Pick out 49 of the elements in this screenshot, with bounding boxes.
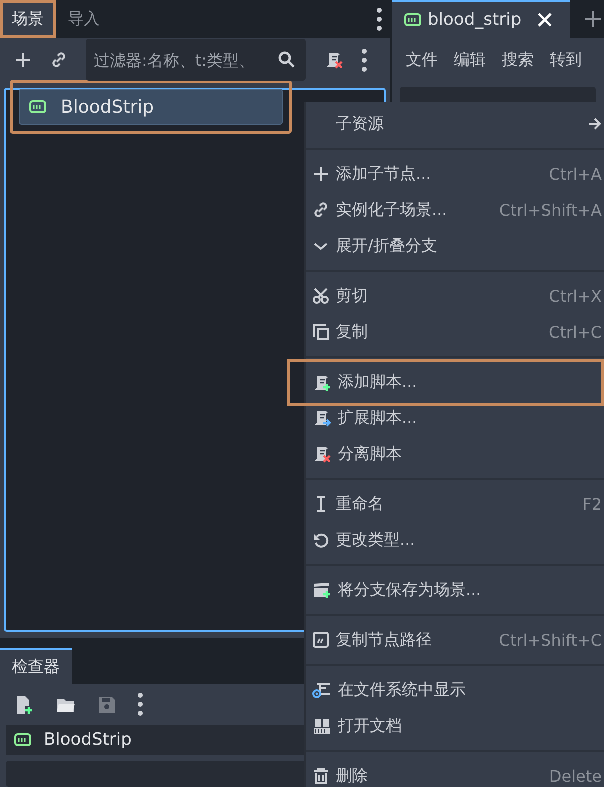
rotate-icon: [312, 531, 330, 549]
menu-title[interactable]: 搜索: [502, 50, 534, 71]
link-icon: [312, 201, 330, 219]
link-icon: [50, 51, 68, 69]
progress-bar-icon: [404, 13, 422, 27]
dock-tab[interactable]: 导入: [56, 0, 112, 38]
book-icon: [312, 717, 332, 735]
menu-item[interactable]: 子资源: [306, 106, 604, 142]
menu-item[interactable]: 删除 Delete: [306, 758, 604, 787]
progress-bar-icon: [29, 100, 47, 114]
menu-item[interactable]: 实例化子场景... Ctrl+Shift+A: [306, 192, 604, 228]
filesystem-icon: [312, 681, 332, 699]
editor-tab[interactable]: blood_strip: [392, 0, 570, 38]
menu-title[interactable]: 文件: [406, 50, 438, 71]
filter-field[interactable]: 过滤器:名称、t:类型、: [86, 39, 306, 81]
save-icon[interactable]: [98, 696, 116, 714]
menu-item[interactable]: 更改类型...: [306, 522, 604, 558]
plus-icon: [312, 165, 330, 183]
copy-icon: [312, 323, 330, 341]
menu-title[interactable]: 转到: [550, 50, 582, 71]
clapperboard-icon: [312, 581, 332, 599]
menu-item[interactable]: 添加脚本...: [287, 359, 604, 406]
search-icon: [278, 51, 296, 69]
menu-item[interactable]: 剪切 Ctrl+X: [306, 278, 604, 314]
menu-item[interactable]: 复制 Ctrl+C: [306, 314, 604, 350]
dock-tab[interactable]: 场景: [0, 0, 56, 38]
new-file-icon[interactable]: [14, 694, 34, 715]
scissors-icon: [312, 287, 330, 305]
close-icon[interactable]: [538, 13, 552, 27]
menu-item[interactable]: 在文件系统中显示: [306, 672, 604, 708]
plus-icon[interactable]: [584, 10, 602, 28]
node-name: BloodStrip: [44, 730, 132, 750]
menu-item[interactable]: 添加子节点... Ctrl+A: [306, 156, 604, 192]
menu-item[interactable]: 重命名 F2: [306, 486, 604, 522]
tree-node[interactable]: BloodStrip: [19, 89, 283, 125]
menu-item[interactable]: 将分支保存为场景...: [306, 572, 604, 608]
menu-item[interactable]: 打开文档: [306, 708, 604, 744]
plus-icon: [14, 51, 32, 69]
menu-item[interactable]: 分离脚本: [306, 436, 604, 472]
more-icon[interactable]: [377, 8, 382, 30]
document-icon: [312, 631, 330, 649]
menu-title[interactable]: 编辑: [454, 50, 486, 71]
progress-bar-icon: [14, 733, 32, 748]
more-icon[interactable]: [362, 48, 367, 72]
menu-item[interactable]: 复制节点路径 Ctrl+Shift+C: [306, 622, 604, 658]
trash-icon: [312, 767, 330, 785]
menu-item[interactable]: 展开/折叠分支: [306, 228, 604, 264]
more-icon[interactable]: [138, 693, 143, 716]
dock-tab[interactable]: 检查器: [0, 648, 72, 684]
